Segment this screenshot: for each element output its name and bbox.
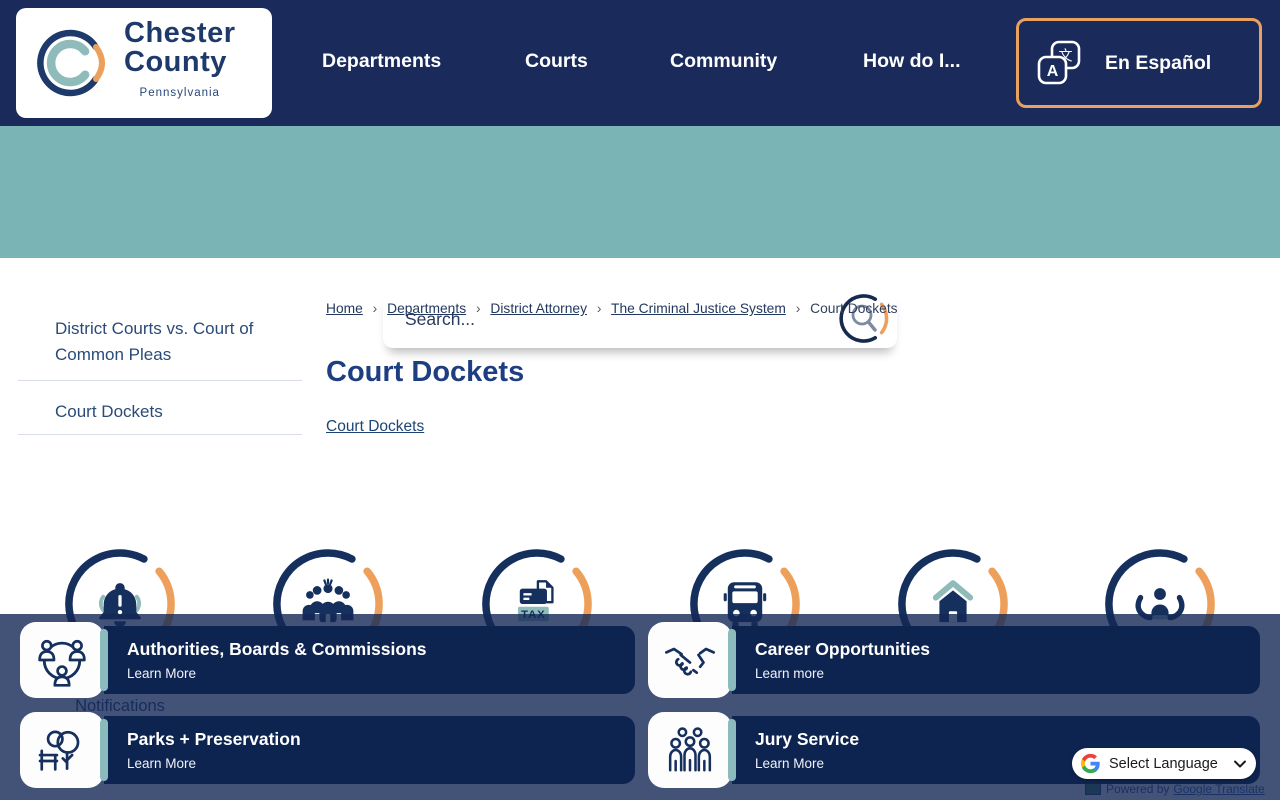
breadcrumb-departments[interactable]: Departments — [387, 301, 466, 316]
chevron-down-icon — [1234, 760, 1246, 768]
search-box — [383, 289, 897, 348]
search-input[interactable] — [403, 289, 807, 350]
sidebar-item-district-courts[interactable]: District Courts vs. Court of Common Plea… — [55, 316, 265, 368]
google-translate-select[interactable]: Select Language — [1072, 748, 1256, 779]
page-title: Court Dockets — [326, 356, 524, 389]
logo-tagline: Pennsylvania — [124, 79, 236, 108]
breadcrumb-criminal-justice-system[interactable]: The Criminal Justice System — [611, 301, 786, 316]
card-career-opportunities[interactable]: Career Opportunities Learn more — [648, 622, 1260, 698]
logo-line1: Chester — [124, 19, 236, 48]
card-title: Parks + Preservation — [127, 729, 635, 750]
breadcrumb-current: Court Dockets — [810, 301, 897, 316]
svg-text:A: A — [1047, 63, 1059, 80]
county-logo-mark-icon — [30, 19, 118, 107]
search-band — [0, 126, 1280, 258]
google-g-icon — [1080, 753, 1101, 774]
card-title: Authorities, Boards & Commissions — [127, 639, 635, 660]
card-parks-preservation[interactable]: Parks + Preservation Learn More — [20, 712, 635, 788]
card-accent-bar — [728, 719, 736, 781]
card-title: Jury Service — [755, 729, 1260, 750]
translate-icon: 文 A — [1035, 39, 1083, 87]
court-dockets-link[interactable]: Court Dockets — [326, 418, 424, 436]
nav-item-courts[interactable]: Courts — [525, 50, 588, 73]
park-bench-tree-icon — [35, 723, 89, 777]
en-espanol-label: En Español — [1105, 52, 1211, 75]
card-title: Career Opportunities — [755, 639, 1260, 660]
breadcrumb-district-attorney[interactable]: District Attorney — [490, 301, 587, 316]
search-icon[interactable] — [838, 292, 891, 345]
nav-item-how-do-i[interactable]: How do I... — [863, 50, 961, 73]
card-accent-bar — [100, 629, 108, 691]
breadcrumb-home[interactable]: Home — [326, 301, 363, 316]
sidebar-divider — [18, 380, 302, 381]
card-accent-bar — [100, 719, 108, 781]
county-logo[interactable]: Chester County Pennsylvania — [16, 8, 272, 118]
card-authorities-boards-commissions[interactable]: Authorities, Boards & Commissions Learn … — [20, 622, 635, 698]
card-accent-bar — [728, 629, 736, 691]
select-language-label: Select Language — [1109, 756, 1234, 772]
card-learn-more-link[interactable]: Learn More — [127, 756, 635, 771]
breadcrumb: Home › Departments › District Attorney ›… — [326, 301, 898, 316]
committee-people-icon — [35, 633, 89, 687]
logo-line2: County — [124, 48, 236, 77]
nav-item-community[interactable]: Community — [670, 50, 777, 73]
card-learn-more-link[interactable]: Learn more — [755, 666, 1260, 681]
handshake-icon — [663, 633, 717, 687]
sidebar-divider — [18, 434, 302, 435]
en-espanol-button[interactable]: 文 A En Español — [1016, 18, 1262, 108]
nav-item-departments[interactable]: Departments — [322, 50, 441, 73]
sidebar-item-court-dockets[interactable]: Court Dockets — [55, 399, 265, 425]
card-learn-more-link[interactable]: Learn More — [127, 666, 635, 681]
top-navbar: Chester County Pennsylvania Departments … — [0, 0, 1280, 126]
jury-group-icon — [663, 723, 717, 777]
